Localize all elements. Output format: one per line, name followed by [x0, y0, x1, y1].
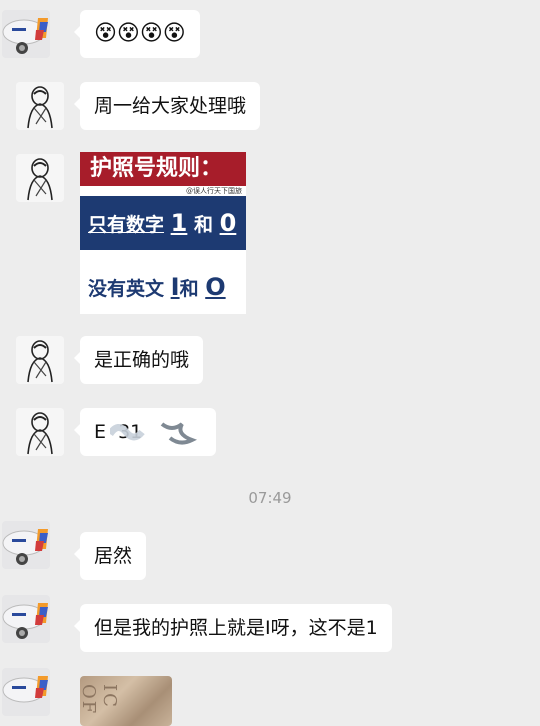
message-text: 但是我的护照上就是I呀，这不是1: [94, 617, 378, 639]
avatar-sketch[interactable]: [16, 154, 64, 202]
rules-line-digits: 只有数字 1 和 0: [80, 196, 246, 250]
message-text: 周一给大家处理哦: [94, 95, 247, 117]
message-emoji[interactable]: 😵😵😵😵: [74, 10, 200, 58]
sketch-avatar-image: [16, 408, 64, 456]
message-text-bubble[interactable]: 但是我的护照上就是I呀，这不是1: [74, 604, 392, 652]
rules-digit-zero: 0: [219, 209, 237, 237]
avatar-airplane[interactable]: [2, 595, 50, 643]
airplane-avatar-image: [2, 10, 50, 58]
passport-rules-image[interactable]: 护照号规则： @误人行天下国旅 只有数字 1 和 0 没有英文 I和 O: [80, 152, 246, 314]
avatar-sketch[interactable]: [16, 408, 64, 456]
message-text: 😵😵😵😵: [94, 21, 186, 46]
rules-letter-o: O: [205, 273, 226, 301]
airplane-avatar-image: [2, 521, 50, 569]
rules-and: 和: [179, 278, 199, 300]
avatar-airplane[interactable]: [2, 521, 50, 569]
message-text-bubble[interactable]: 居然: [73, 532, 147, 580]
airplane-avatar-image: [2, 595, 50, 643]
rules-line-letters-prefix: 没有英文: [88, 278, 165, 300]
avatar-sketch[interactable]: [16, 82, 64, 130]
message-text-bubble[interactable]: 周一给大家处理哦: [73, 82, 261, 130]
airplane-avatar-image: [2, 668, 50, 716]
sketch-avatar-image: [16, 336, 64, 384]
message-redacted-bubble[interactable]: E 31: [74, 408, 216, 456]
rules-source: @误人行天下国旅: [186, 187, 242, 195]
rules-line-letters: 没有英文 I和 O: [80, 262, 246, 312]
rules-letter-i: I: [170, 273, 180, 301]
sketch-avatar-image: [16, 82, 64, 130]
avatar-airplane[interactable]: [2, 10, 50, 58]
rules-and: 和: [193, 214, 213, 236]
rules-digit-one: 1: [170, 209, 188, 237]
passport-photo-message[interactable]: IC OF: [80, 676, 172, 726]
avatar-sketch[interactable]: [16, 336, 64, 384]
sketch-avatar-image: [16, 154, 64, 202]
rules-title: 护照号规则：: [80, 152, 246, 186]
message-text: 是正确的哦: [94, 349, 190, 371]
redaction-scribble: [110, 422, 197, 445]
timestamp: 07:49: [248, 489, 292, 507]
message-text: 居然: [94, 545, 133, 567]
avatar-airplane[interactable]: [2, 668, 50, 716]
message-text-bubble[interactable]: 是正确的哦: [73, 336, 204, 384]
rules-line-digits-prefix: 只有数字: [88, 214, 165, 236]
